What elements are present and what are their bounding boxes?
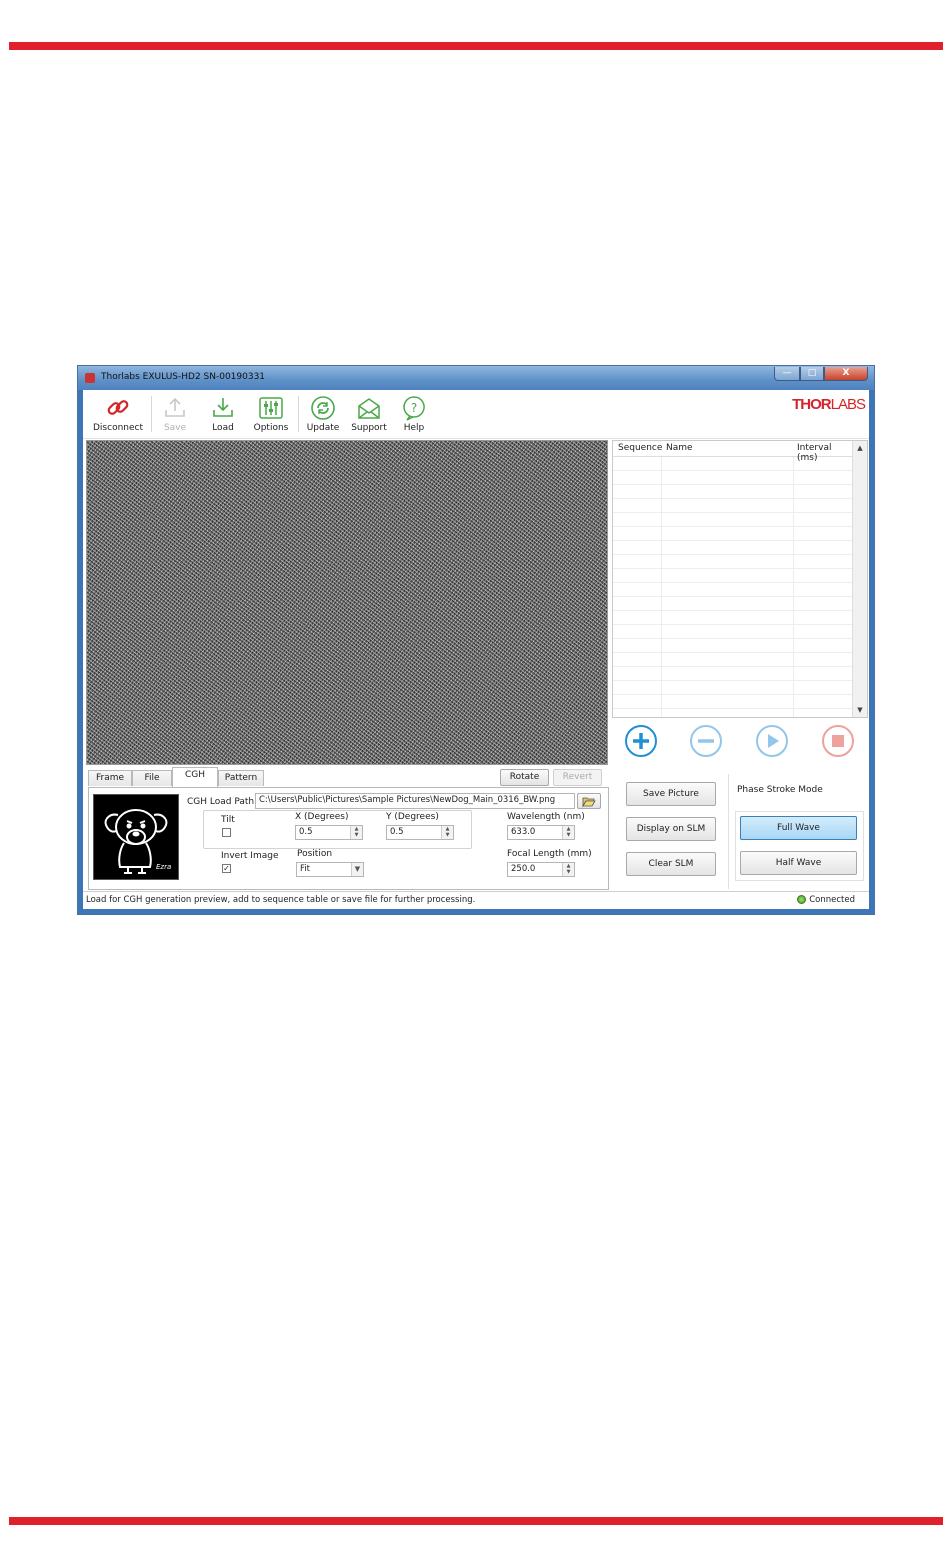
slm-control-panel: Save Picture Display on SLM Clear SLM Ph…: [612, 768, 868, 891]
save-picture-button[interactable]: Save Picture: [626, 782, 716, 806]
toolbar-separator: [298, 396, 299, 432]
cgh-settings-panel: Ezra CGH Load Path C:\Users\Public\Pictu…: [88, 787, 609, 890]
window-controls: — □ X: [774, 367, 868, 382]
scroll-up-arrow-icon[interactable]: ▲: [853, 444, 867, 452]
window-title: Thorlabs EXULUS-HD2 SN-00190331: [101, 372, 266, 382]
load-icon: [213, 398, 233, 417]
cgh-load-path-label: CGH Load Path: [187, 797, 255, 807]
sequence-table-header: Sequence Name Interval (ms): [613, 441, 853, 463]
wavelength-label: Wavelength (nm): [507, 812, 585, 822]
connected-indicator-icon: [797, 895, 807, 904]
disconnect-button[interactable]: Disconnect: [93, 395, 143, 433]
scroll-down-arrow-icon[interactable]: ▼: [853, 706, 867, 714]
help-label: Help: [403, 423, 425, 433]
clear-slm-button[interactable]: Clear SLM: [626, 852, 716, 876]
remove-icon[interactable]: [689, 724, 723, 758]
revert-button[interactable]: Revert: [553, 769, 602, 786]
chevron-down-icon[interactable]: ▼: [351, 863, 363, 876]
panel-divider: [728, 774, 729, 889]
close-button[interactable]: X: [824, 367, 868, 381]
save-label: Save: [163, 423, 187, 433]
app-icon: [85, 373, 95, 383]
tilt-label: Tilt: [221, 815, 235, 825]
dog-drawing: Ezra: [104, 809, 171, 874]
rotate-button[interactable]: Rotate: [500, 769, 549, 786]
page-bottom-rule: [9, 1517, 943, 1525]
x-degrees-spinner[interactable]: ▲ ▼: [350, 826, 362, 839]
help-button[interactable]: ? Help: [399, 395, 429, 433]
add-icon[interactable]: [624, 724, 658, 758]
support-label: Support: [351, 423, 387, 433]
cgh-preview-image: [86, 440, 608, 765]
focal-length-input[interactable]: 250.0 ▲ ▼: [507, 862, 575, 877]
tab-frame[interactable]: Frame: [88, 770, 132, 786]
y-degrees-input[interactable]: 0.5 ▲ ▼: [386, 825, 454, 840]
column-sequence[interactable]: Sequence: [618, 443, 662, 453]
sliders-icon: [259, 397, 283, 419]
dog-thumbnail-image: Ezra: [93, 794, 179, 880]
toolbar-separator: [151, 396, 152, 432]
load-button[interactable]: Load: [207, 395, 239, 433]
status-message: Load for CGH generation preview, add to …: [86, 895, 476, 905]
y-degrees-label: Y (Degrees): [386, 812, 439, 822]
wavelength-spinner[interactable]: ▲ ▼: [562, 826, 574, 839]
client-area: Disconnect Save Load Options Update Supp…: [83, 390, 869, 909]
position-select[interactable]: Fit ▼: [296, 862, 364, 877]
folder-open-icon: [582, 797, 596, 808]
tab-file[interactable]: File: [132, 770, 172, 786]
svg-text:?: ?: [411, 401, 417, 415]
stop-icon[interactable]: [821, 724, 855, 758]
tab-pattern[interactable]: Pattern: [218, 770, 264, 786]
sequence-scrollbar[interactable]: ▲ ▼: [852, 441, 867, 717]
tilt-checkbox[interactable]: [222, 828, 231, 837]
browse-button[interactable]: [577, 793, 601, 809]
update-label: Update: [306, 423, 340, 433]
cgh-load-path-field[interactable]: C:\Users\Public\Pictures\Sample Pictures…: [255, 793, 575, 809]
play-icon[interactable]: [755, 724, 789, 758]
column-name[interactable]: Name: [666, 443, 693, 453]
options-label: Options: [253, 423, 289, 433]
x-degrees-label: X (Degrees): [295, 812, 349, 822]
connection-status: Connected: [797, 895, 855, 905]
status-bar: Load for CGH generation preview, add to …: [83, 891, 869, 909]
refresh-icon: [311, 396, 335, 420]
load-label: Load: [212, 423, 234, 433]
invert-image-label: Invert Image: [221, 851, 279, 861]
options-button[interactable]: Options: [253, 395, 289, 433]
help-icon: ?: [403, 396, 425, 421]
sequence-table-rows: [613, 457, 853, 717]
minimize-button[interactable]: —: [774, 367, 800, 381]
toolbar: Disconnect Save Load Options Update Supp…: [83, 390, 869, 439]
x-degrees-input[interactable]: 0.5 ▲ ▼: [295, 825, 363, 840]
svg-text:Ezra: Ezra: [156, 863, 171, 871]
page-top-rule: [9, 42, 943, 50]
link-icon: [107, 400, 129, 415]
thorlabs-logo: THORLABS: [792, 396, 866, 413]
save-icon: [165, 397, 185, 417]
column-interval[interactable]: Interval (ms): [797, 443, 853, 463]
invert-image-checkbox[interactable]: ✓: [222, 864, 231, 873]
phase-stroke-mode-label: Phase Stroke Mode: [737, 785, 823, 795]
support-button[interactable]: Support: [349, 395, 389, 433]
app-window: Thorlabs EXULUS-HD2 SN-00190331 — □ X Di…: [77, 365, 875, 915]
y-degrees-spinner[interactable]: ▲ ▼: [441, 826, 453, 839]
position-label: Position: [297, 849, 333, 859]
envelope-icon: [358, 398, 380, 419]
maximize-button[interactable]: □: [800, 367, 824, 381]
save-button[interactable]: Save: [159, 395, 191, 433]
focal-length-label: Focal Length (mm): [507, 849, 592, 859]
wavelength-input[interactable]: 633.0 ▲ ▼: [507, 825, 575, 840]
title-bar[interactable]: Thorlabs EXULUS-HD2 SN-00190331 — □ X: [78, 366, 874, 390]
tab-cgh[interactable]: CGH: [172, 767, 218, 787]
focal-length-spinner[interactable]: ▲ ▼: [562, 863, 574, 876]
full-wave-button[interactable]: Full Wave: [740, 816, 857, 840]
sequence-table[interactable]: Sequence Name Interval (ms) ▲ ▼: [612, 440, 868, 718]
disconnect-label: Disconnect: [93, 423, 143, 433]
half-wave-button[interactable]: Half Wave: [740, 851, 857, 875]
update-button[interactable]: Update: [305, 395, 341, 433]
display-on-slm-button[interactable]: Display on SLM: [626, 817, 716, 841]
